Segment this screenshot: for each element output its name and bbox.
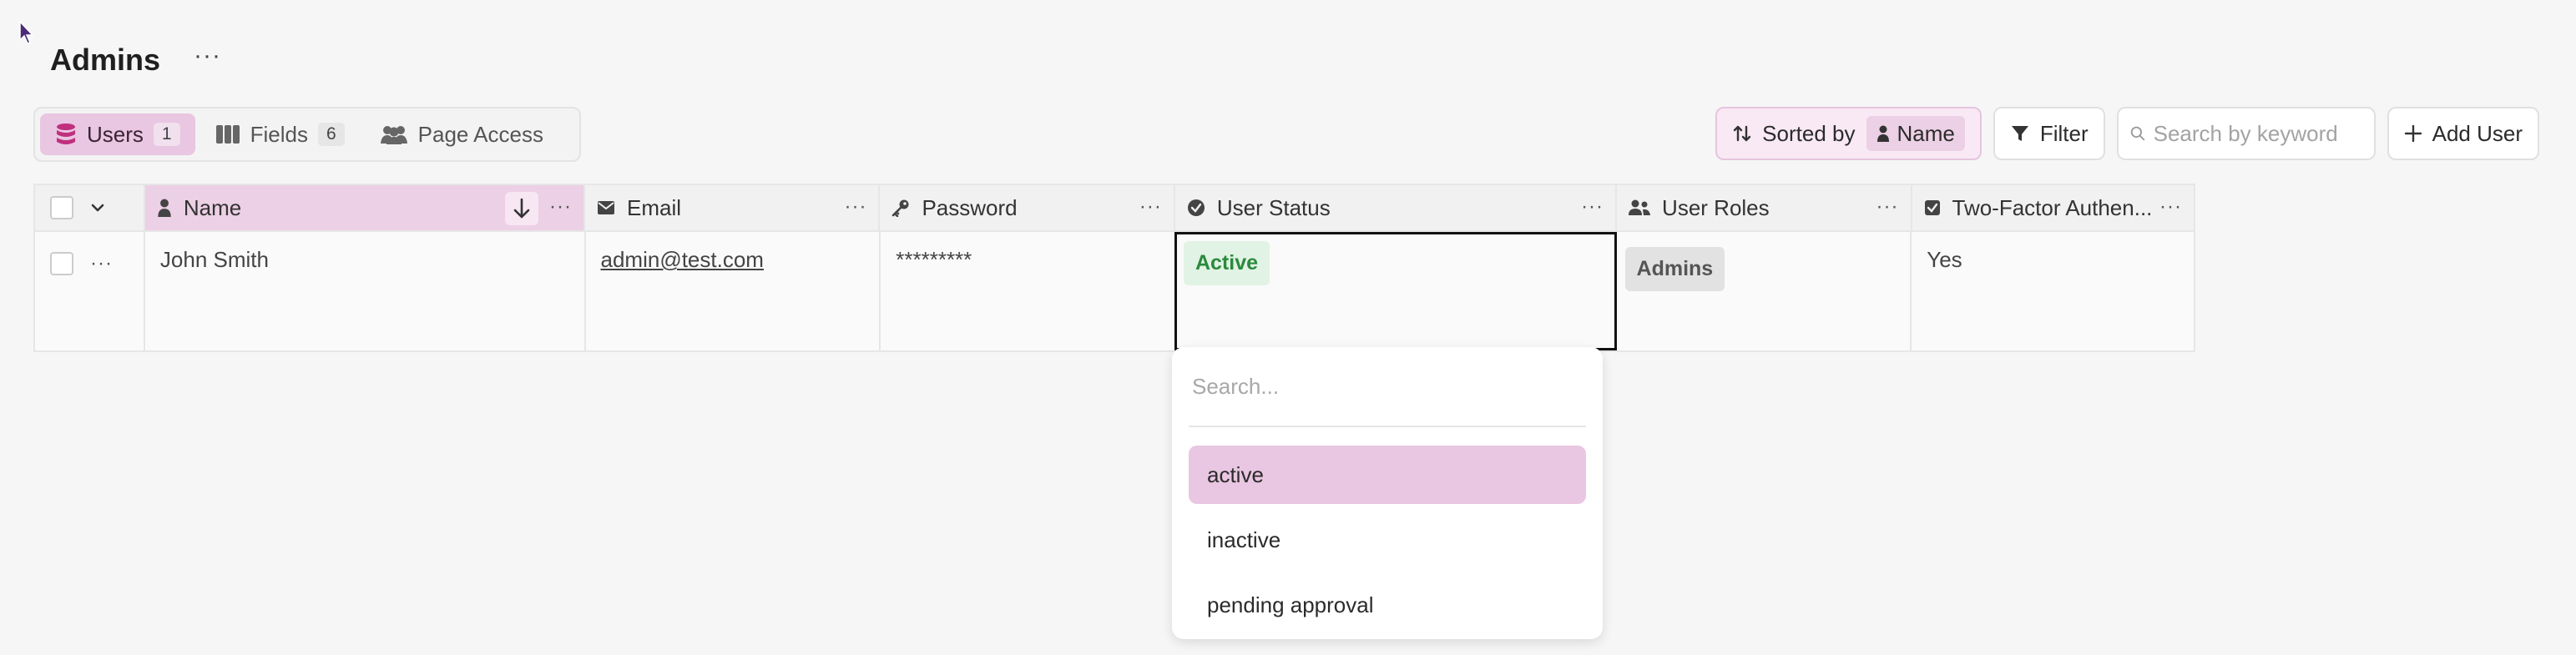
sorted-field-chip: Name: [1866, 116, 1965, 151]
row-menu-button[interactable]: ···: [90, 252, 113, 275]
columns-icon: [215, 125, 240, 144]
cell-user-status[interactable]: Active: [1174, 232, 1617, 350]
status-badge: Active: [1183, 241, 1270, 285]
cell-password[interactable]: *********: [881, 232, 1176, 350]
column-header-two-factor[interactable]: Two-Factor Authen... ···: [1912, 185, 2194, 230]
column-label: Name: [183, 194, 242, 220]
status-option-pending-approval[interactable]: pending approval: [1189, 576, 1586, 634]
column-menu-button[interactable]: ···: [1876, 195, 1899, 219]
plus-icon: [2404, 124, 2422, 143]
person-icon: [1877, 125, 1890, 142]
mouse-cursor-icon: [19, 20, 34, 44]
users-icon: [380, 126, 407, 144]
email-link[interactable]: admin@test.com: [601, 247, 764, 273]
arrow-down-icon: [513, 198, 530, 219]
status-search: [1189, 347, 1586, 427]
column-menu-button[interactable]: ···: [2159, 195, 2182, 219]
page-header: Admins ···: [50, 37, 221, 83]
toolbar: Sorted by Name Filter Add User: [1704, 107, 2539, 160]
keyword-search: [2116, 107, 2376, 160]
column-header-password[interactable]: Password ···: [880, 185, 1175, 230]
sort-descending-button[interactable]: [504, 192, 538, 225]
column-header-user-status[interactable]: User Status ···: [1175, 185, 1618, 230]
status-option-active[interactable]: active: [1189, 446, 1586, 504]
database-icon: [57, 123, 75, 144]
sorted-by-label: Sorted by: [1762, 120, 1856, 146]
users-table: Name ··· Email ··· Password ··· User Sta…: [33, 184, 2195, 352]
person-icon: [157, 199, 172, 217]
tab-users[interactable]: Users 1: [40, 113, 195, 155]
column-label: User Status: [1216, 194, 1331, 220]
table-row[interactable]: ··· John Smith admin@test.com ********* …: [35, 232, 2194, 350]
tab-page-access[interactable]: Page Access: [365, 113, 558, 155]
column-menu-button[interactable]: ···: [1581, 195, 1604, 219]
checkbox-icon: [1924, 199, 1941, 216]
select-all-checkbox[interactable]: [50, 196, 73, 219]
select-all-cell: [35, 185, 145, 230]
sort-button[interactable]: Sorted by Name: [1715, 107, 1982, 160]
column-label: User Roles: [1662, 194, 1770, 220]
tab-users-count: 1: [153, 123, 180, 146]
page-title: Admins: [50, 43, 161, 77]
tab-users-label: Users: [87, 121, 144, 147]
column-header-user-roles[interactable]: User Roles ···: [1617, 185, 1912, 230]
search-icon: [2130, 126, 2144, 141]
filter-button[interactable]: Filter: [1993, 107, 2105, 160]
envelope-icon: [597, 200, 615, 215]
chevron-down-icon[interactable]: [90, 203, 105, 213]
sorted-field-label: Name: [1897, 120, 1955, 146]
key-icon: [891, 199, 910, 217]
column-header-name[interactable]: Name ···: [144, 185, 585, 230]
column-label: Two-Factor Authen...: [1952, 194, 2153, 220]
add-user-label: Add User: [2432, 120, 2523, 146]
row-select-cell: ···: [35, 232, 145, 350]
filter-label: Filter: [2039, 120, 2089, 146]
tab-fields-count: 6: [317, 123, 345, 146]
status-option-inactive[interactable]: inactive: [1189, 511, 1586, 569]
column-label: Email: [626, 194, 681, 220]
row-checkbox[interactable]: [50, 252, 73, 275]
cell-name[interactable]: John Smith: [145, 232, 586, 350]
add-user-button[interactable]: Add User: [2387, 107, 2539, 160]
view-tabs: Users 1 Fields 6 Page Access: [33, 107, 581, 162]
sort-arrows-icon: [1733, 125, 1751, 142]
status-dropdown: active inactive pending approval: [1172, 347, 1603, 639]
tab-fields-label: Fields: [250, 121, 308, 147]
tab-page-access-label: Page Access: [417, 121, 543, 147]
cell-user-roles[interactable]: Admins: [1617, 232, 1912, 350]
user-group-icon: [1629, 199, 1651, 216]
cell-email[interactable]: admin@test.com: [586, 232, 881, 350]
column-menu-button[interactable]: ···: [844, 195, 866, 219]
cell-two-factor[interactable]: Yes: [1912, 232, 2194, 350]
status-search-input[interactable]: [1189, 373, 1586, 400]
keyword-search-input[interactable]: [2153, 120, 2362, 147]
tab-fields[interactable]: Fields 6: [200, 113, 360, 155]
filter-funnel-icon: [2011, 126, 2028, 141]
column-header-email[interactable]: Email ···: [585, 185, 881, 230]
page-menu-button[interactable]: ···: [194, 43, 221, 68]
status-circle-icon: [1187, 199, 1205, 217]
table-header: Name ··· Email ··· Password ··· User Sta…: [35, 185, 2194, 232]
column-label: Password: [922, 194, 1018, 220]
column-menu-button[interactable]: ···: [1139, 195, 1162, 219]
column-menu-button[interactable]: ···: [549, 195, 572, 219]
role-badge[interactable]: Admins: [1624, 247, 1725, 291]
